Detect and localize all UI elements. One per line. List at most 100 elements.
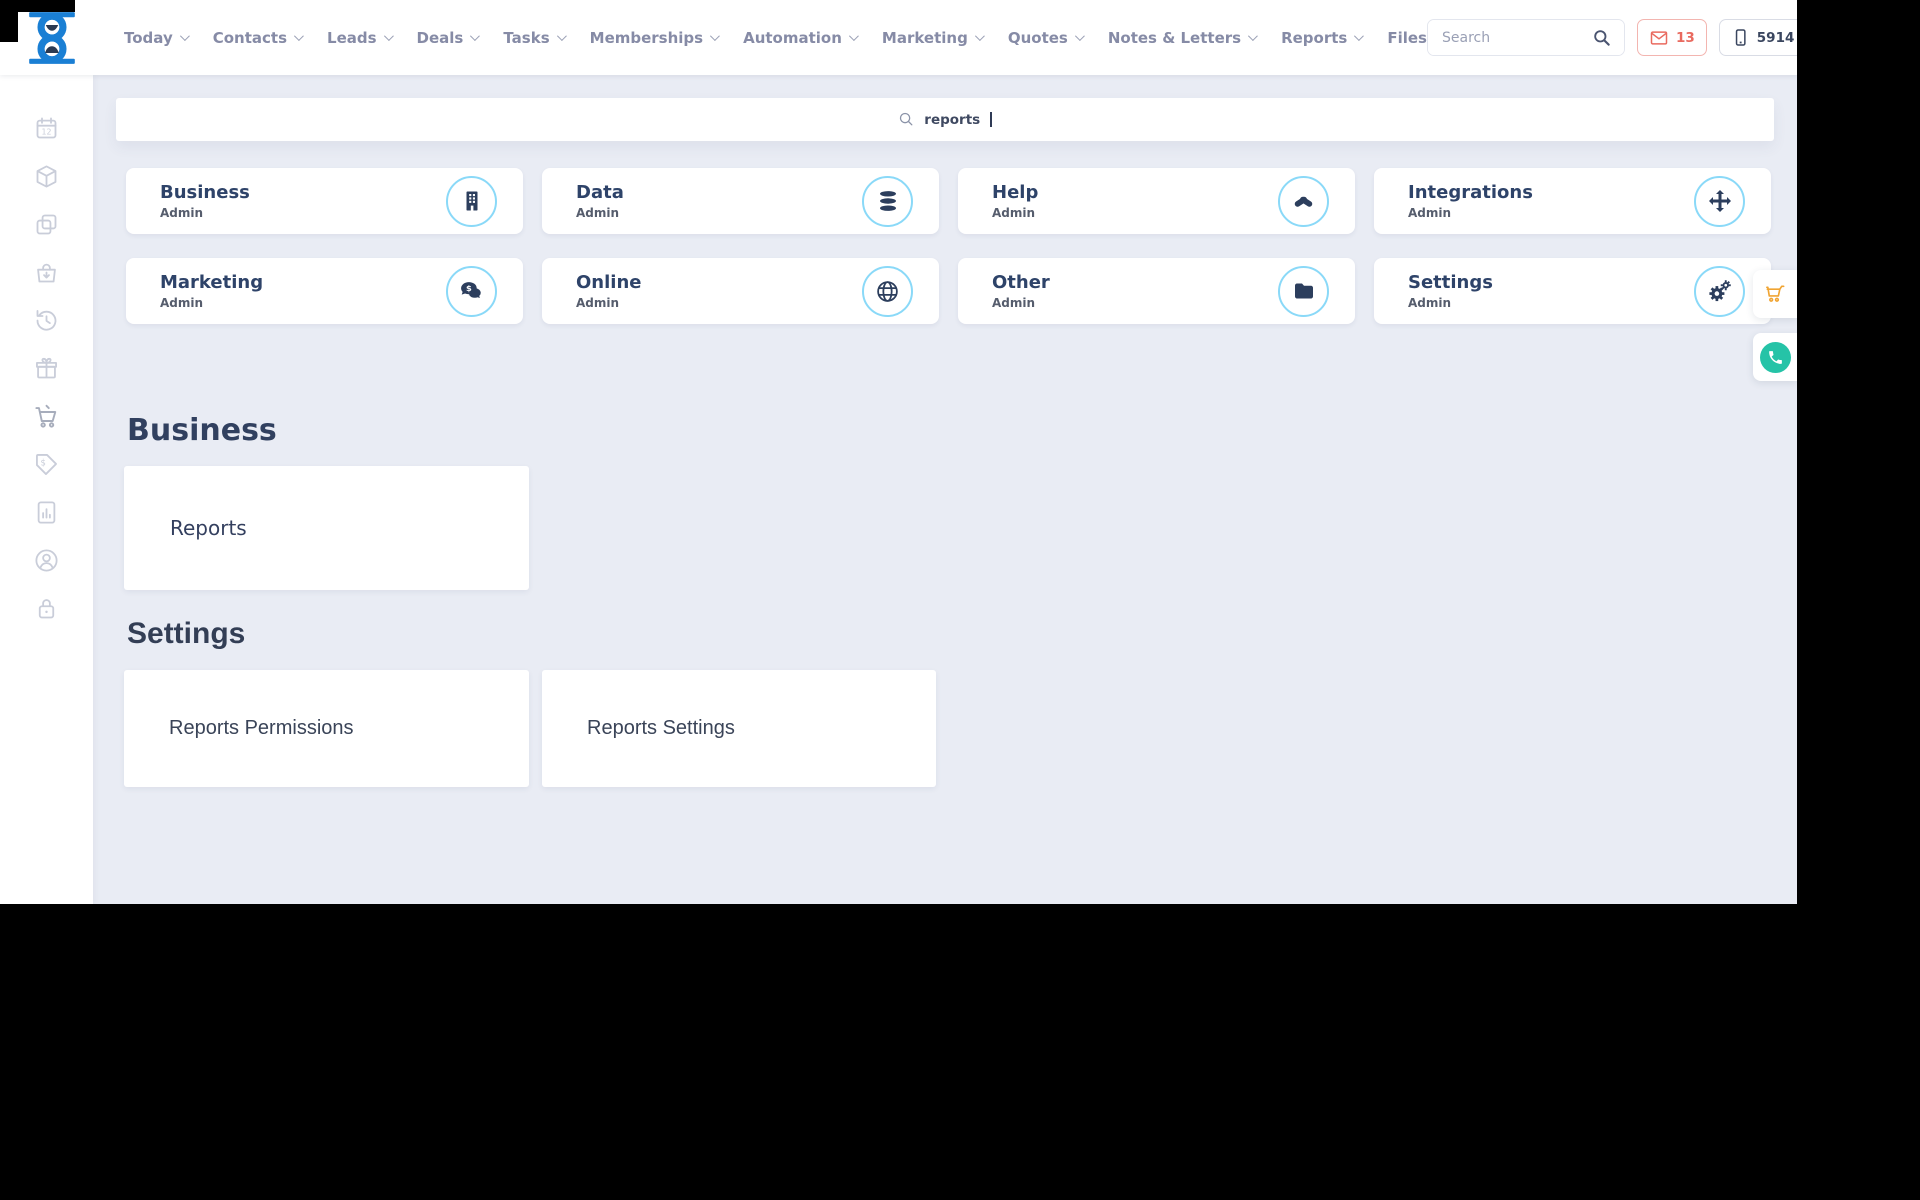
svg-text:$: $	[40, 458, 45, 468]
app-logo[interactable]	[26, 10, 78, 66]
phone-count: 5914	[1756, 29, 1795, 46]
mail-count: 13	[1675, 29, 1695, 46]
menu-automation[interactable]: Automation	[743, 28, 859, 47]
move-arrows-icon	[1694, 175, 1745, 227]
category-card-other[interactable]: Other Admin	[958, 258, 1355, 324]
phone-badge[interactable]: 5914	[1718, 19, 1797, 56]
menu-today[interactable]: Today	[124, 28, 190, 47]
category-title: Settings	[1408, 272, 1493, 293]
menu-quotes[interactable]: Quotes	[1007, 28, 1085, 47]
menu-deals[interactable]: Deals	[417, 29, 481, 47]
global-search-button[interactable]	[1579, 20, 1624, 55]
shopping-cart-icon	[1765, 285, 1784, 302]
menu-label: Automation	[743, 28, 842, 47]
sidebar-price-tag-icon[interactable]: $	[33, 451, 60, 478]
menu-files[interactable]: Files	[1387, 29, 1427, 47]
module-search-value: reports	[924, 111, 981, 128]
sidebar-report-chart-icon[interactable]	[33, 499, 60, 526]
chevron-down-icon	[179, 31, 190, 42]
chevron-down-icon	[470, 31, 481, 42]
left-sidebar: 12 $	[0, 75, 93, 904]
menu-tasks[interactable]: Tasks	[503, 28, 567, 47]
mail-badge[interactable]: 13	[1636, 19, 1707, 56]
sidebar-cart-icon[interactable]	[33, 403, 60, 430]
category-card-business[interactable]: Business Admin	[126, 168, 523, 234]
category-subtitle: Admin	[576, 206, 620, 220]
menu-label: Contacts	[212, 28, 288, 47]
category-card-help[interactable]: Help Admin	[958, 168, 1355, 234]
envelope-icon	[1650, 30, 1668, 45]
building-icon	[446, 175, 497, 227]
category-subtitle: Admin	[992, 206, 1036, 220]
card-reports-settings[interactable]: Reports Settings	[542, 670, 936, 787]
category-subtitle: Admin	[160, 296, 204, 310]
whatsapp-edge-tab[interactable]	[1753, 333, 1797, 381]
search-icon	[900, 112, 913, 126]
chevron-down-icon	[293, 31, 304, 42]
menu-notes-letters[interactable]: Notes & Letters	[1108, 29, 1258, 47]
chevron-down-icon	[1354, 31, 1365, 42]
category-title: Data	[576, 182, 624, 203]
category-title: Marketing	[160, 272, 264, 293]
section-heading-business: Business	[127, 413, 277, 448]
menu-label: Quotes	[1007, 28, 1068, 47]
category-card-integrations[interactable]: Integrations Admin	[1374, 168, 1771, 234]
category-subtitle: Admin	[1408, 206, 1452, 220]
sidebar-package-icon[interactable]	[33, 163, 60, 190]
svg-text:$: $	[466, 283, 472, 293]
sidebar-calendar-icon[interactable]: 12	[33, 115, 60, 142]
category-title: Business	[160, 182, 250, 203]
svg-text:12: 12	[41, 128, 51, 137]
global-search	[1426, 19, 1625, 56]
top-navbar: Today Contacts Leads Deals Tasks Members…	[0, 0, 1797, 75]
mobile-phone-icon	[1735, 29, 1746, 46]
hourglass-logo-icon	[29, 11, 75, 64]
menu-label: Tasks	[503, 28, 550, 47]
category-card-online[interactable]: Online Admin	[542, 258, 939, 324]
menu-label: Leads	[327, 28, 377, 47]
category-card-data[interactable]: Data Admin	[542, 168, 939, 234]
sidebar-user-circle-icon[interactable]	[33, 547, 60, 574]
category-card-marketing[interactable]: Marketing Admin $	[126, 258, 523, 324]
category-title: Other	[992, 272, 1050, 293]
card-reports-permissions[interactable]: Reports Permissions	[124, 670, 529, 787]
global-search-input[interactable]	[1427, 20, 1580, 55]
chevron-down-icon	[1248, 31, 1258, 42]
comments-dollar-icon: $	[446, 265, 497, 317]
menu-memberships[interactable]: Memberships	[589, 28, 720, 47]
gears-icon	[1694, 265, 1745, 317]
sidebar-history-icon[interactable]	[33, 307, 60, 334]
handshake-icon	[1278, 175, 1329, 227]
menu-label: Today	[124, 28, 173, 47]
menu-leads[interactable]: Leads	[327, 28, 394, 47]
sidebar-lock-icon[interactable]	[33, 595, 60, 622]
cart-edge-tab[interactable]	[1753, 270, 1797, 318]
card-label: Reports	[170, 516, 247, 540]
main-menu: Today Contacts Leads Deals Tasks Members…	[124, 29, 1427, 47]
menu-reports[interactable]: Reports	[1281, 29, 1365, 47]
menu-label: Memberships	[589, 28, 704, 47]
chevron-down-icon	[974, 31, 985, 42]
category-subtitle: Admin	[992, 296, 1036, 310]
app-window: Today Contacts Leads Deals Tasks Members…	[0, 0, 1797, 904]
module-search-bar[interactable]: reports	[116, 98, 1774, 141]
sidebar-gift-icon[interactable]	[33, 355, 60, 382]
category-title: Integrations	[1408, 182, 1533, 203]
navbar-right-cluster: 13 5914 14 ?	[1426, 13, 1797, 63]
sidebar-bag-insert-icon[interactable]	[33, 259, 60, 286]
sidebar-copy-icon[interactable]	[33, 211, 60, 238]
category-subtitle: Admin	[160, 206, 204, 220]
category-subtitle: Admin	[1408, 296, 1452, 310]
menu-contacts[interactable]: Contacts	[212, 28, 304, 47]
card-label: Reports Settings	[587, 717, 735, 739]
folder-icon	[1278, 265, 1329, 317]
category-subtitle: Admin	[576, 296, 620, 310]
main-content: reports Business Admin Data Admin Help A…	[93, 75, 1797, 904]
category-card-settings[interactable]: Settings Admin	[1374, 258, 1771, 324]
card-reports[interactable]: Reports	[124, 466, 529, 590]
category-title: Help	[992, 182, 1039, 203]
menu-marketing[interactable]: Marketing	[882, 29, 985, 47]
section-heading-settings: Settings	[127, 617, 246, 650]
search-icon	[1594, 29, 1610, 46]
chevron-down-icon	[383, 31, 394, 42]
